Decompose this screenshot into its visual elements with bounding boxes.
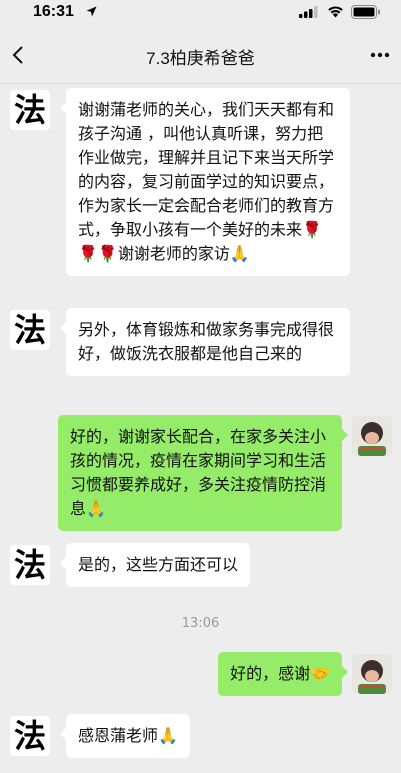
message-bubble-incoming[interactable]: 感恩蒲老师🙏 <box>60 714 190 758</box>
contact-avatar[interactable]: 法 <box>10 545 50 585</box>
my-avatar[interactable] <box>352 416 392 456</box>
avatar-character: 法 <box>13 546 46 584</box>
signal-bars-icon <box>299 6 318 18</box>
wifi-icon <box>328 6 343 18</box>
chat-title: 7.3柏庚希爸爸 <box>146 49 255 68</box>
message-bubble-incoming[interactable]: 谢谢蒲老师的关心，我们天天都有和孩子沟通 ，叫他认真听课，努力把作业做完，理解并… <box>60 88 350 276</box>
message-bubble-incoming[interactable]: 另外，体育锻炼和做家务事完成得很好，做饭洗衣服都是他自己来的 <box>60 308 350 376</box>
avatar-character: 法 <box>13 91 46 129</box>
contact-avatar[interactable]: 法 <box>10 90 50 130</box>
avatar-character: 法 <box>13 717 46 755</box>
status-time: 16:31 <box>33 3 74 20</box>
message-bubble-outgoing[interactable]: 好的，感谢🤝 <box>218 652 348 696</box>
avatar-character: 法 <box>13 311 46 349</box>
contact-avatar[interactable]: 法 <box>10 310 50 350</box>
child-photo-icon <box>352 416 392 456</box>
message-bubble-incoming[interactable]: 是的，这些方面还可以 <box>59 543 251 587</box>
my-avatar[interactable] <box>352 654 392 694</box>
more-dots-icon[interactable] <box>370 52 390 58</box>
status-bar: 16:31 <box>0 0 401 26</box>
message-bubble-outgoing[interactable]: 好的，谢谢家长配合，在家多关注小孩的情况，疫情在家期间学习和生活习惯都要养成好，… <box>58 415 348 531</box>
nav-bar: 7.3柏庚希爸爸 <box>0 26 401 84</box>
battery-icon <box>351 5 380 19</box>
contact-avatar[interactable]: 法 <box>10 716 50 756</box>
child-photo-icon <box>352 654 392 694</box>
message-timestamp: 13:06 <box>181 616 220 631</box>
location-arrow-icon <box>86 6 97 17</box>
